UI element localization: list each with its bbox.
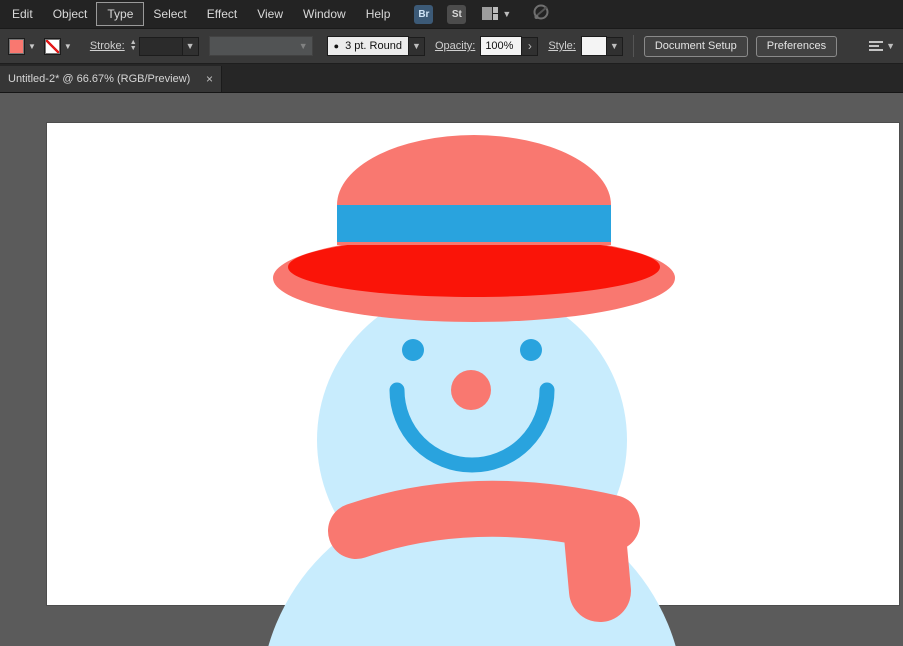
stroke-weight-dropdown[interactable]: ▼: [182, 36, 199, 56]
brush-definition-field[interactable]: ● 3 pt. Round: [326, 36, 409, 56]
bridge-icon[interactable]: Br: [414, 4, 434, 24]
chevron-right-icon: ›: [527, 39, 532, 53]
document-tab-bar: Untitled-2* @ 66.67% (RGB/Preview) ×: [0, 64, 903, 93]
menu-item-view[interactable]: View: [247, 3, 293, 25]
style-field[interactable]: [580, 36, 607, 56]
preferences-button[interactable]: Preferences: [755, 35, 838, 57]
fill-swatch[interactable]: [8, 37, 25, 55]
stroke-control: ▼: [43, 37, 72, 55]
nose[interactable]: [451, 370, 491, 410]
scarf-tail[interactable]: [563, 494, 631, 622]
stroke-weight-field[interactable]: [138, 36, 183, 56]
style-label[interactable]: Style:: [548, 40, 576, 52]
workspace-grid-icon: [482, 7, 499, 21]
stroke-weight-label[interactable]: Stroke:: [90, 40, 125, 52]
left-eye[interactable]: [402, 339, 424, 361]
menu-item-window[interactable]: Window: [293, 3, 356, 25]
menu-item-edit[interactable]: Edit: [2, 3, 43, 25]
align-lines-icon: [869, 41, 884, 51]
menu-item-select[interactable]: Select: [143, 3, 196, 25]
sync-disabled-icon[interactable]: [531, 3, 551, 26]
opacity-panel-button[interactable]: ›: [522, 36, 539, 56]
menu-item-help[interactable]: Help: [356, 3, 401, 25]
variable-width-dropdown[interactable]: ▼: [208, 36, 313, 56]
menu-bar: Edit Object Type Select Effect View Wind…: [0, 0, 903, 29]
right-eye[interactable]: [520, 339, 542, 361]
stroke-weight-stepper[interactable]: ▲ ▼: [130, 39, 137, 52]
chevron-down-icon[interactable]: ▼: [64, 42, 72, 51]
chevron-down-icon[interactable]: ▼: [28, 42, 36, 51]
align-panel-button[interactable]: ▼: [869, 41, 895, 51]
stepper-down-icon[interactable]: ▼: [130, 45, 137, 52]
style-dropdown[interactable]: ▼: [606, 36, 623, 56]
brush-preview-dot: ●: [333, 41, 340, 51]
close-tab-icon[interactable]: ×: [206, 72, 213, 86]
chevron-down-icon: ▼: [411, 40, 421, 51]
control-bar: ▼ ▼ Stroke: ▲ ▼ ▼ ▼ ● 3 pt. Round ▼ Opac…: [0, 29, 903, 64]
chevron-down-icon: ▼: [609, 40, 619, 51]
menu-item-type[interactable]: Type: [96, 2, 145, 26]
canvas-pasteboard[interactable]: [0, 93, 903, 646]
hat-band[interactable]: [337, 205, 611, 242]
hat-brim-top[interactable]: [288, 237, 660, 297]
chevron-down-icon: ▼: [298, 40, 308, 51]
chevron-down-icon: ▼: [886, 40, 895, 51]
stroke-none-swatch[interactable]: [43, 37, 61, 55]
brush-name: 3 pt. Round: [345, 40, 402, 52]
document-title: Untitled-2* @ 66.67% (RGB/Preview): [8, 73, 191, 85]
opacity-label[interactable]: Opacity:: [435, 40, 475, 52]
chevron-down-icon: ▼: [185, 40, 195, 51]
brush-dropdown[interactable]: ▼: [408, 36, 425, 56]
chevron-down-icon: ▼: [502, 8, 512, 19]
menu-item-object[interactable]: Object: [43, 3, 98, 25]
snowman-artwork: [268, 135, 676, 646]
divider: [632, 35, 634, 57]
document-setup-button[interactable]: Document Setup: [643, 35, 748, 57]
stock-icon[interactable]: St: [447, 4, 467, 24]
workspace-switcher[interactable]: ▼: [482, 7, 511, 21]
opacity-input[interactable]: [480, 36, 523, 56]
menu-item-effect[interactable]: Effect: [197, 3, 247, 25]
fill-control: ▼: [8, 37, 36, 55]
document-tab[interactable]: Untitled-2* @ 66.67% (RGB/Preview) ×: [0, 66, 222, 92]
